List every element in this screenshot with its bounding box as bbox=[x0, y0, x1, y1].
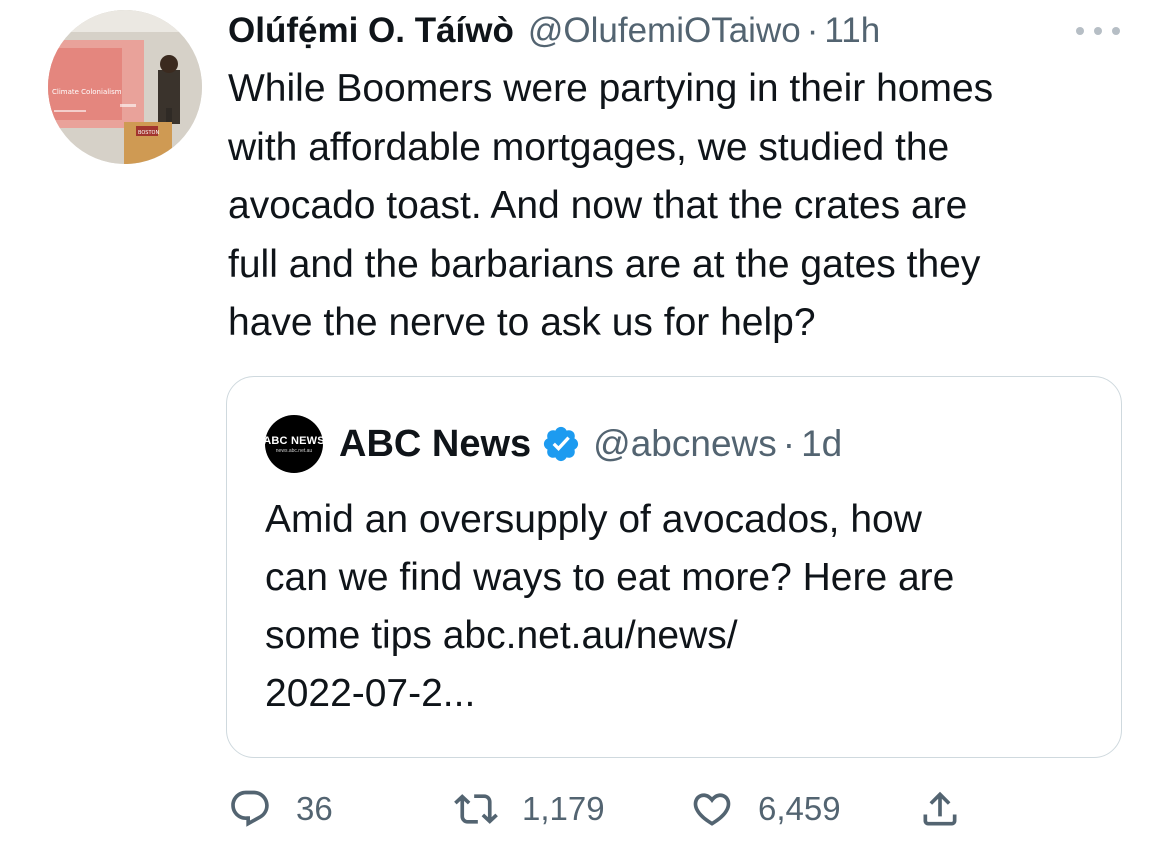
share-icon bbox=[923, 791, 957, 826]
quoted-tweet-card[interactable]: ABC NEWS news.abc.net.au ABC News @abcne… bbox=[226, 376, 1122, 758]
abc-news-logo: ABC NEWS bbox=[263, 434, 325, 447]
quoted-author-handle[interactable]: @abcnews bbox=[593, 423, 777, 465]
tweet-text-line: with affordable mortgages, we studied th… bbox=[228, 125, 950, 169]
more-icon[interactable] bbox=[1076, 24, 1120, 38]
share-button[interactable] bbox=[918, 782, 962, 836]
abc-news-logo-url: news.abc.net.au bbox=[275, 447, 313, 454]
tweet-text-line: avocado toast. And now that the crates a… bbox=[228, 184, 968, 227]
reply-button[interactable]: 36 bbox=[228, 782, 333, 836]
header-separator: · bbox=[806, 11, 819, 50]
like-button[interactable]: 6,459 bbox=[690, 782, 841, 836]
quoted-header-separator: · bbox=[782, 423, 796, 464]
retweet-icon bbox=[454, 794, 498, 824]
quoted-text-line: some tips abc.net.au/news/ bbox=[265, 614, 738, 657]
tweet-text-line: full and the barbarians are at the gates… bbox=[228, 242, 981, 286]
quoted-tweet-header: ABC NEWS news.abc.net.au ABC News @abcne… bbox=[263, 415, 842, 473]
verified-icon bbox=[544, 426, 579, 462]
tweet-text: While Boomers were partying in their hom… bbox=[228, 60, 1128, 353]
quoted-author-display-name[interactable]: ABC News bbox=[339, 423, 531, 466]
quoted-author-avatar[interactable]: ABC NEWS news.abc.net.au bbox=[263, 415, 325, 473]
reply-icon bbox=[231, 790, 269, 827]
tweet-header: Olúfẹ́mi O. Táíwò @OlufemiOTaiwo · 11h bbox=[228, 8, 880, 54]
quoted-text-line: 2022-07-2... bbox=[265, 672, 476, 715]
quoted-text-line: can we find ways to eat more? Here are bbox=[265, 556, 955, 599]
tweet-text-line: While Boomers were partying in their hom… bbox=[228, 67, 994, 110]
tweet-timestamp[interactable]: 11h bbox=[824, 11, 880, 51]
retweet-count: 1,179 bbox=[522, 790, 605, 827]
reply-count: 36 bbox=[296, 790, 333, 827]
retweet-button[interactable]: 1,179 bbox=[454, 782, 605, 836]
tweet-text-line: have the nerve to ask us for help? bbox=[228, 301, 816, 344]
tweet-actions: 36 1,179 6,459 bbox=[228, 782, 988, 836]
like-icon bbox=[693, 793, 731, 826]
slide-title: Climate Colonialism bbox=[52, 88, 122, 96]
author-display-name[interactable]: Olúfẹ́mi O. Táíwò bbox=[228, 11, 514, 51]
like-count: 6,459 bbox=[758, 790, 841, 827]
podium-text: BOSTON bbox=[138, 130, 159, 136]
author-avatar[interactable]: Climate Colonialism BOSTON bbox=[48, 10, 202, 164]
quoted-tweet-text: Amid an oversupply of avocados, how can … bbox=[265, 491, 1085, 723]
quoted-text-line: Amid an oversupply of avocados, how bbox=[265, 498, 922, 541]
author-handle[interactable]: @OlufemiOTaiwo bbox=[528, 11, 801, 51]
quoted-tweet-timestamp[interactable]: 1d bbox=[801, 423, 842, 465]
